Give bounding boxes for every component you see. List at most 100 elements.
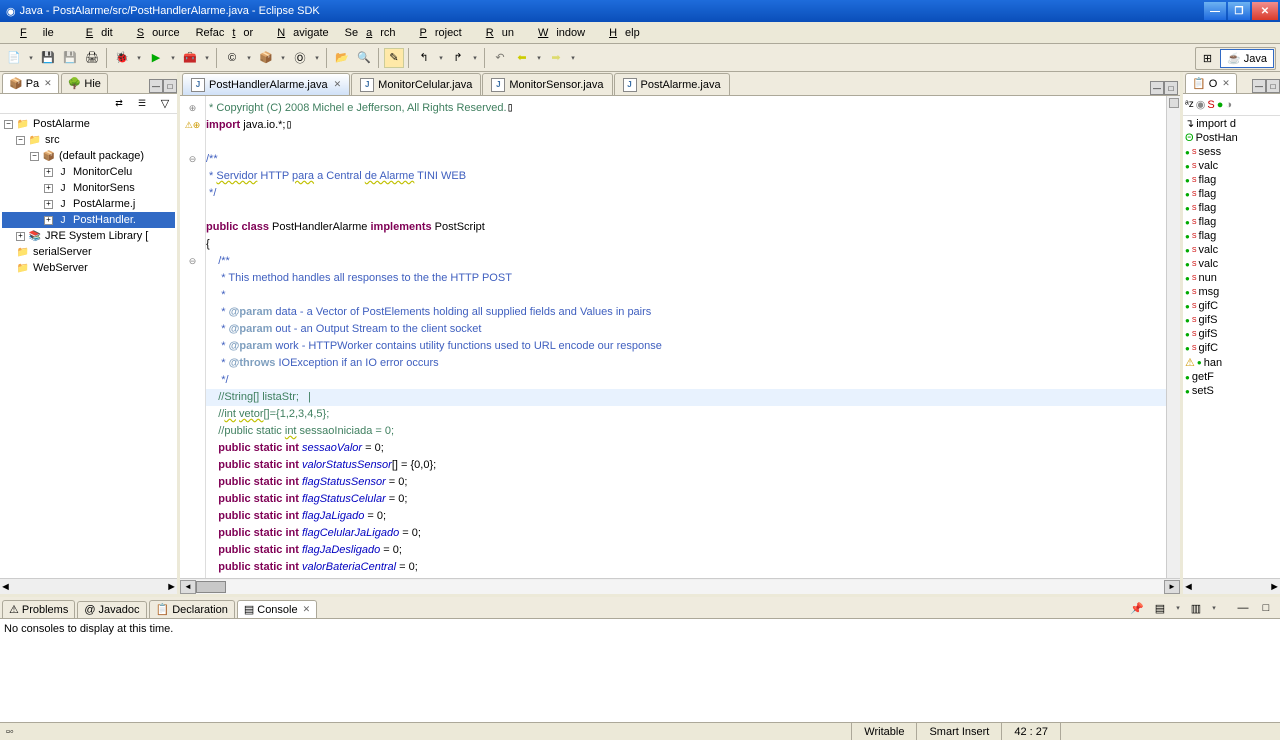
tree-file-selected[interactable]: +JPostHandler. (2, 212, 175, 228)
minimize-button[interactable]: — (1204, 2, 1226, 20)
prev-annotation-button[interactable]: ↰ (414, 48, 434, 68)
outline-item[interactable]: ●S valc (1183, 257, 1280, 271)
outline-item[interactable]: ●S flag (1183, 187, 1280, 201)
tab-declaration[interactable]: 📋 Declaration (149, 600, 235, 618)
back-button[interactable]: ⬅ (512, 48, 532, 68)
java-perspective[interactable]: ☕ Java (1220, 49, 1274, 68)
outline-item[interactable]: ⚠● han (1183, 355, 1280, 370)
hide-nonpublic-icon[interactable]: ● (1217, 99, 1224, 111)
outline-item[interactable]: ↴ import d (1183, 116, 1280, 131)
outline-item[interactable]: ●S valc (1183, 159, 1280, 173)
maximize-button[interactable]: ❐ (1228, 2, 1250, 20)
outline-item[interactable]: ● setS (1183, 384, 1280, 398)
display-console-icon[interactable]: ▤ (1150, 598, 1170, 618)
menu-search[interactable]: Search (337, 25, 404, 41)
code-editor[interactable]: * Copyright (C) 2008 Michel e Jefferson,… (206, 96, 1166, 578)
open-type-button[interactable]: Ⓞ (290, 48, 310, 68)
tab-console[interactable]: ▤ Console✕ (237, 600, 317, 618)
open-perspective-button[interactable]: ⊞ (1197, 49, 1218, 68)
outline-item[interactable]: ●S flag (1183, 229, 1280, 243)
menu-run[interactable]: Run (470, 25, 522, 41)
tree-folder[interactable]: 📁WebServer (2, 260, 175, 276)
next-annotation-button[interactable]: ↱ (448, 48, 468, 68)
tree-package[interactable]: −📦(default package) (2, 148, 175, 164)
collapse-all-icon[interactable]: ⇄ (109, 94, 129, 114)
close-button[interactable]: ✕ (1252, 2, 1278, 20)
saveall-button[interactable]: 💾 (60, 48, 80, 68)
close-icon[interactable]: ✕ (303, 604, 311, 615)
new-button[interactable]: 📄 (4, 48, 24, 68)
annotation-button[interactable]: ✎ (384, 48, 404, 68)
outline-item[interactable]: ●S gifC (1183, 299, 1280, 313)
outline-item[interactable]: ●S msg (1183, 285, 1280, 299)
editor-tab[interactable]: JMonitorCelular.java (351, 73, 481, 95)
menu-source[interactable]: Source (121, 25, 188, 41)
pin-console-icon[interactable]: 📌 (1127, 598, 1147, 618)
tab-problems[interactable]: ⚠ Problems (2, 600, 75, 618)
print-button[interactable]: 🖨 (82, 48, 102, 68)
menu-navigate[interactable]: Navigate (261, 25, 336, 41)
outline-item[interactable]: ●S sess (1183, 145, 1280, 159)
tab-javadoc[interactable]: @ Javadoc (77, 601, 146, 618)
tree-file[interactable]: +JMonitorCelu (2, 164, 175, 180)
outline-item[interactable]: Θ PostHan (1183, 131, 1280, 145)
tree-jre[interactable]: +📚JRE System Library [ (2, 228, 175, 244)
tree-folder[interactable]: 📁serialServer (2, 244, 175, 260)
outline-item[interactable]: ●S gifS (1183, 313, 1280, 327)
tree-src[interactable]: −📁src (2, 132, 175, 148)
save-button[interactable]: 💾 (38, 48, 58, 68)
close-icon[interactable]: ✕ (1222, 78, 1230, 89)
tab-outline[interactable]: 📋 O✕ (1185, 73, 1237, 93)
minimize-view-icon[interactable]: — (1233, 598, 1253, 618)
fastview-icon[interactable]: ▫◦ (0, 726, 20, 738)
last-edit-button[interactable]: ↶ (490, 48, 510, 68)
new-class-button[interactable]: © (222, 48, 242, 68)
left-hscroll[interactable]: ◄► (0, 578, 177, 594)
debug-button[interactable]: 🐞 (112, 48, 132, 68)
editor-hscroll[interactable]: ◄► (180, 578, 1180, 594)
outline-item[interactable]: ●S flag (1183, 173, 1280, 187)
menu-edit[interactable]: Edit (70, 25, 121, 41)
menu-help[interactable]: Help (593, 25, 648, 41)
forward-button[interactable]: ➡ (546, 48, 566, 68)
menu-project[interactable]: Project (404, 25, 470, 41)
editor-minmax[interactable]: —□ (1150, 81, 1178, 95)
view-minmax[interactable]: —□ (149, 79, 177, 93)
close-icon[interactable]: ✕ (334, 79, 342, 90)
hide-static-icon[interactable]: S (1207, 99, 1214, 111)
run-button[interactable]: ▶ (146, 48, 166, 68)
new-dropdown[interactable]: ▾ (26, 54, 36, 62)
overview-ruler[interactable] (1166, 96, 1180, 578)
outline-hscroll[interactable]: ◄► (1183, 578, 1280, 594)
hide-local-icon[interactable]: ◑ (1225, 99, 1232, 111)
tab-package-explorer[interactable]: 📦 Pa✕ (2, 73, 59, 93)
view-minmax[interactable]: —□ (1252, 79, 1280, 93)
maximize-view-icon[interactable]: □ (1256, 598, 1276, 618)
close-icon[interactable]: ✕ (44, 78, 52, 89)
editor-tab-active[interactable]: JPostHandlerAlarme.java✕ (182, 73, 350, 95)
hide-fields-icon[interactable]: ◉ (1196, 98, 1206, 111)
tree-file[interactable]: +JPostAlarme.j (2, 196, 175, 212)
menu-window[interactable]: Window (522, 25, 593, 41)
open-folder-button[interactable]: 📂 (332, 48, 352, 68)
outline-item[interactable]: ● getF (1183, 370, 1280, 384)
outline-item[interactable]: ●S gifS (1183, 327, 1280, 341)
editor-tab[interactable]: JPostAlarme.java (614, 73, 730, 95)
outline-item[interactable]: ●S gifC (1183, 341, 1280, 355)
menu-refactor[interactable]: Refactor (188, 25, 262, 41)
tree-file[interactable]: +JMonitorSens (2, 180, 175, 196)
outline-item[interactable]: ●S flag (1183, 201, 1280, 215)
editor-tab[interactable]: JMonitorSensor.java (482, 73, 612, 95)
tree-project[interactable]: −📁PostAlarme (2, 116, 175, 132)
outline-item[interactable]: ●S nun (1183, 271, 1280, 285)
ext-tools-button[interactable]: 🧰 (180, 48, 200, 68)
menu-file[interactable]: File (4, 25, 70, 41)
search-button[interactable]: 🔍 (354, 48, 374, 68)
open-console-icon[interactable]: ▥ (1186, 598, 1206, 618)
link-editor-icon[interactable]: ☰ (132, 94, 152, 114)
view-menu-icon[interactable]: ▽ (155, 94, 175, 114)
new-package-button[interactable]: 📦 (256, 48, 276, 68)
sort-icon[interactable]: ᵃz (1185, 99, 1194, 110)
outline-item[interactable]: ●S valc (1183, 243, 1280, 257)
outline-item[interactable]: ●S flag (1183, 215, 1280, 229)
